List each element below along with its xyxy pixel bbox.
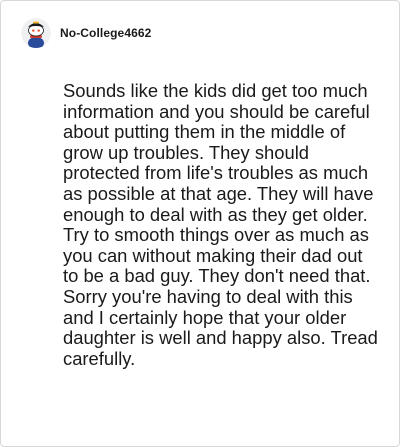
comment-card: No-College4662 Sounds like the kids did …	[0, 0, 400, 447]
username-link[interactable]: No-College4662	[60, 26, 151, 40]
avatar[interactable]	[21, 18, 51, 48]
snoo-avatar-icon	[21, 18, 51, 48]
comment-header: No-College4662	[21, 17, 151, 49]
comment-text: Sounds like the kids did get too much in…	[63, 80, 378, 369]
